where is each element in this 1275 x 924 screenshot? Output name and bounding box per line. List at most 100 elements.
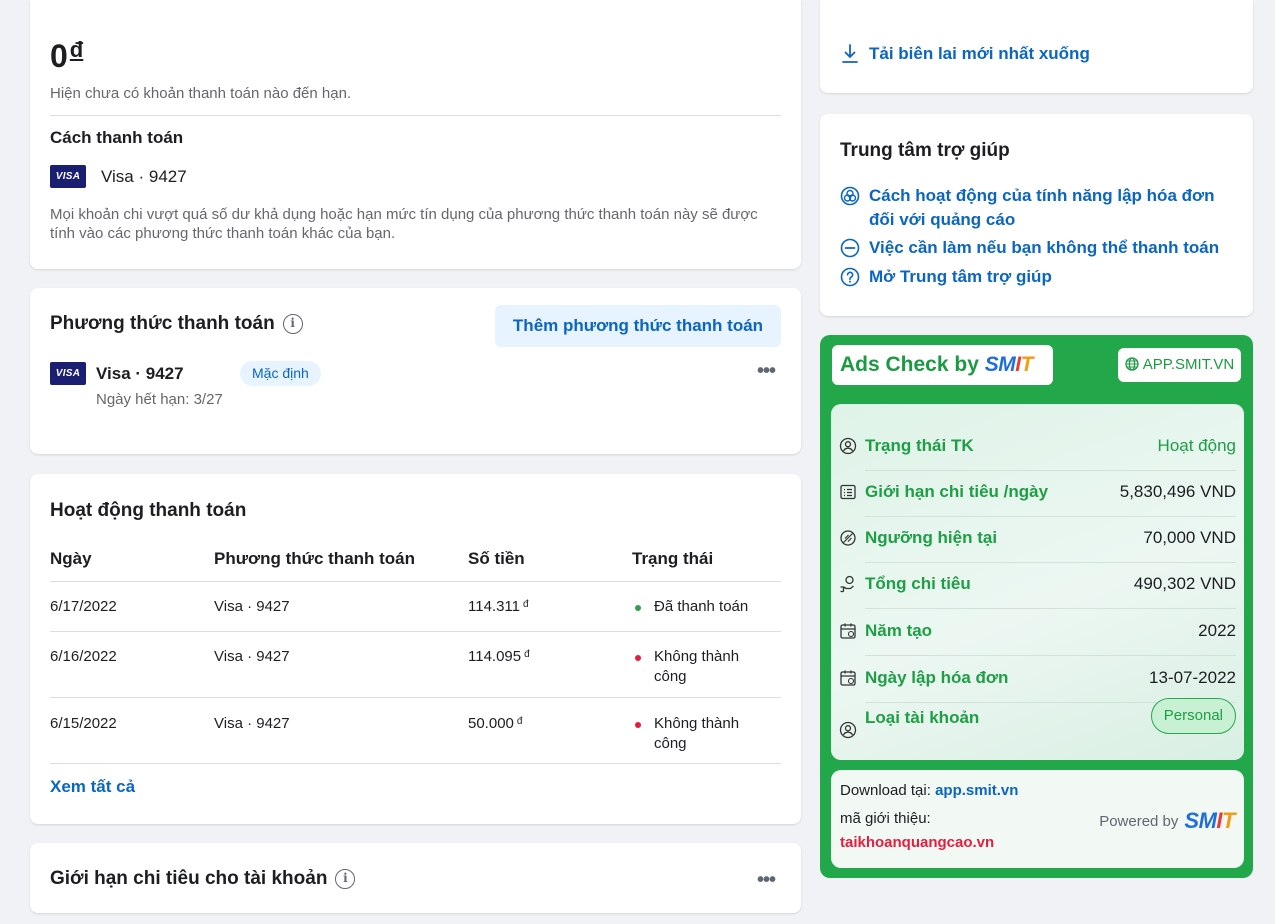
smit-site-button[interactable]: APP.SMIT.VN xyxy=(1118,348,1241,382)
threshold-icon xyxy=(839,529,857,547)
download-icon xyxy=(840,43,860,65)
see-all-link[interactable]: Xem tất cả xyxy=(50,777,135,797)
row-status: Không thành công xyxy=(654,648,740,685)
row-method: Visa · 9427 xyxy=(214,715,290,732)
powered-by-label: Powered by xyxy=(1099,812,1179,830)
info-value: Hoạt động xyxy=(1157,436,1236,455)
ads-check-brand: Ads Check by SMIT xyxy=(832,345,1053,385)
download-receipt-label: Tải biên lai mới nhất xuống xyxy=(869,44,1090,63)
info-label: Ngày lập hóa đơn xyxy=(865,668,1009,687)
referral-code: taikhoanquangcao.vn xyxy=(840,834,995,851)
column-header-date[interactable]: Ngày xyxy=(50,549,92,569)
row-method: Visa · 9427 xyxy=(214,648,290,665)
status-failed-dot xyxy=(635,655,641,661)
download-receipt-link[interactable]: Tải biên lai mới nhất xuống xyxy=(840,43,1090,65)
payment-method-row: VISA Visa · 9427 xyxy=(50,165,187,188)
info-label: Loại tài khoản xyxy=(865,708,980,727)
row-status: Đã thanh toán xyxy=(654,598,749,615)
payment-methods-card: Phương thức thanh toán i Thêm phương thứ… xyxy=(30,288,801,454)
balance-card: 0đ Hiện chưa có khoản thanh toán nào đến… xyxy=(30,0,801,269)
help-link-billing[interactable]: Cách hoạt động của tính năng lập hóa đơn… xyxy=(840,184,1214,232)
help-link-cannot-pay[interactable]: Việc cần làm nếu bạn không thể thanh toá… xyxy=(840,236,1219,260)
visa-card-icon: VISA xyxy=(50,165,86,188)
calendar-clock-icon xyxy=(839,669,857,687)
receipt-card: Tải biên lai mới nhất xuống xyxy=(820,0,1253,93)
info-label: Tổng chi tiêu xyxy=(865,574,971,593)
divider xyxy=(50,115,781,116)
smit-download-link[interactable]: app.smit.vn xyxy=(935,782,1018,799)
account-info-panel: Trạng thái TK Hoạt động Giới hạn chi tiê… xyxy=(831,404,1244,760)
info-label: Ngưỡng hiện tại xyxy=(865,528,998,547)
smit-logo: SMIT xyxy=(1184,808,1235,833)
hand-money-icon xyxy=(839,575,857,593)
row-amount: 114.095 đ xyxy=(468,648,530,665)
account-spending-limit-card: Giới hạn chi tiêu cho tài khoản i ••• xyxy=(30,843,801,913)
info-icon[interactable]: i xyxy=(282,314,303,334)
card-expiry: Ngày hết hạn: 3/27 xyxy=(96,391,223,408)
billing-help-icon xyxy=(840,186,860,206)
card-label: Visa · 9427 xyxy=(101,166,187,186)
balance-currency: đ xyxy=(69,37,84,62)
row-amount: 50.000 đ xyxy=(468,715,523,732)
info-row-total-spend: Tổng chi tiêu 490,302 VND xyxy=(839,562,1236,609)
divider xyxy=(50,763,781,764)
info-value: 13-07-2022 xyxy=(1149,668,1236,687)
balance-value: 0 xyxy=(50,38,68,74)
spending-limit-title: Giới hạn chi tiêu cho tài khoản xyxy=(50,868,328,889)
info-row-status: Trạng thái TK Hoạt động xyxy=(839,424,1236,471)
billing-note: Mọi khoản chi vượt quá số dư khả dụng ho… xyxy=(50,206,758,242)
row-date: 6/17/2022 xyxy=(50,598,117,615)
balance-amount: 0đ xyxy=(50,37,84,75)
smit-footer: Download tại: app.smit.vn mã giới thiệu:… xyxy=(831,770,1244,868)
payment-methods-title: Phương thức thanh toán xyxy=(50,313,275,334)
spending-limit-header: Giới hạn chi tiêu cho tài khoản i xyxy=(50,868,356,890)
user-circle-icon xyxy=(839,721,857,739)
default-badge: Mặc định xyxy=(240,361,321,386)
row-date: 6/15/2022 xyxy=(50,715,117,732)
info-value: 70,000 VND xyxy=(1143,528,1236,547)
column-header-status[interactable]: Trạng thái xyxy=(632,549,713,569)
ads-check-widget: Ads Check by SMIT APP.SMIT.VN Trạng thái… xyxy=(820,335,1253,878)
info-row-invoice-date: Ngày lập hóa đơn 13-07-2022 xyxy=(839,656,1236,703)
add-payment-method-button[interactable]: Thêm phương thức thanh toán xyxy=(495,305,781,347)
info-row-account-type: Loại tài khoản Personal xyxy=(839,698,1236,755)
payment-activity-title: Hoạt động thanh toán xyxy=(50,500,247,521)
help-link-label: Mở Trung tâm trợ giúp xyxy=(869,267,1052,286)
info-row-created-year: Năm tạo 2022 xyxy=(839,609,1236,656)
info-value: 2022 xyxy=(1198,621,1236,640)
info-icon[interactable]: i xyxy=(335,869,356,889)
divider xyxy=(50,581,781,582)
question-circle-icon xyxy=(840,267,860,287)
powered-by: Powered by SMIT xyxy=(1099,808,1235,834)
globe-icon xyxy=(1125,357,1139,371)
due-note: Hiện chưa có khoản thanh toán nào đến hạ… xyxy=(50,85,352,102)
referral-label: mã giới thiệu: xyxy=(840,810,931,827)
card-label: Visa · 9427 xyxy=(96,364,184,383)
info-label: Giới hạn chi tiêu /ngày xyxy=(865,482,1049,501)
column-header-amount[interactable]: Số tiền xyxy=(468,549,525,569)
column-header-method[interactable]: Phương thức thanh toán xyxy=(214,549,415,569)
more-options-button[interactable]: ••• xyxy=(757,869,776,892)
info-row-daily-limit: Giới hạn chi tiêu /ngày 5,830,496 VND xyxy=(839,470,1236,517)
divider xyxy=(50,697,781,698)
row-status: Không thành công xyxy=(654,715,740,752)
minus-circle-icon xyxy=(840,238,860,258)
row-method: Visa · 9427 xyxy=(214,598,290,615)
status-success-dot xyxy=(635,605,641,611)
payment-activity-card: Hoạt động thanh toán Ngày Phương thức th… xyxy=(30,474,801,824)
help-link-label: Cách hoạt động của tính năng lập hóa đơn… xyxy=(869,186,1215,229)
info-row-threshold: Ngưỡng hiện tại 70,000 VND xyxy=(839,516,1236,563)
smit-logo: SMIT xyxy=(984,353,1034,376)
help-link-label: Việc cần làm nếu bạn không thể thanh toá… xyxy=(869,238,1220,257)
download-line: Download tại: app.smit.vn xyxy=(840,782,1019,799)
payment-methods-header: Phương thức thanh toán i xyxy=(50,313,303,335)
status-failed-dot xyxy=(635,722,641,728)
info-value: 5,830,496 VND xyxy=(1119,482,1236,501)
account-type-badge: Personal xyxy=(1150,698,1236,734)
help-link-open-center[interactable]: Mở Trung tâm trợ giúp xyxy=(840,265,1052,289)
info-value: 490,302 VND xyxy=(1133,574,1236,593)
smit-site-label: APP.SMIT.VN xyxy=(1142,356,1235,373)
more-options-button[interactable]: ••• xyxy=(757,360,776,383)
list-icon xyxy=(839,483,857,501)
row-amount: 114.311 đ xyxy=(468,598,529,615)
